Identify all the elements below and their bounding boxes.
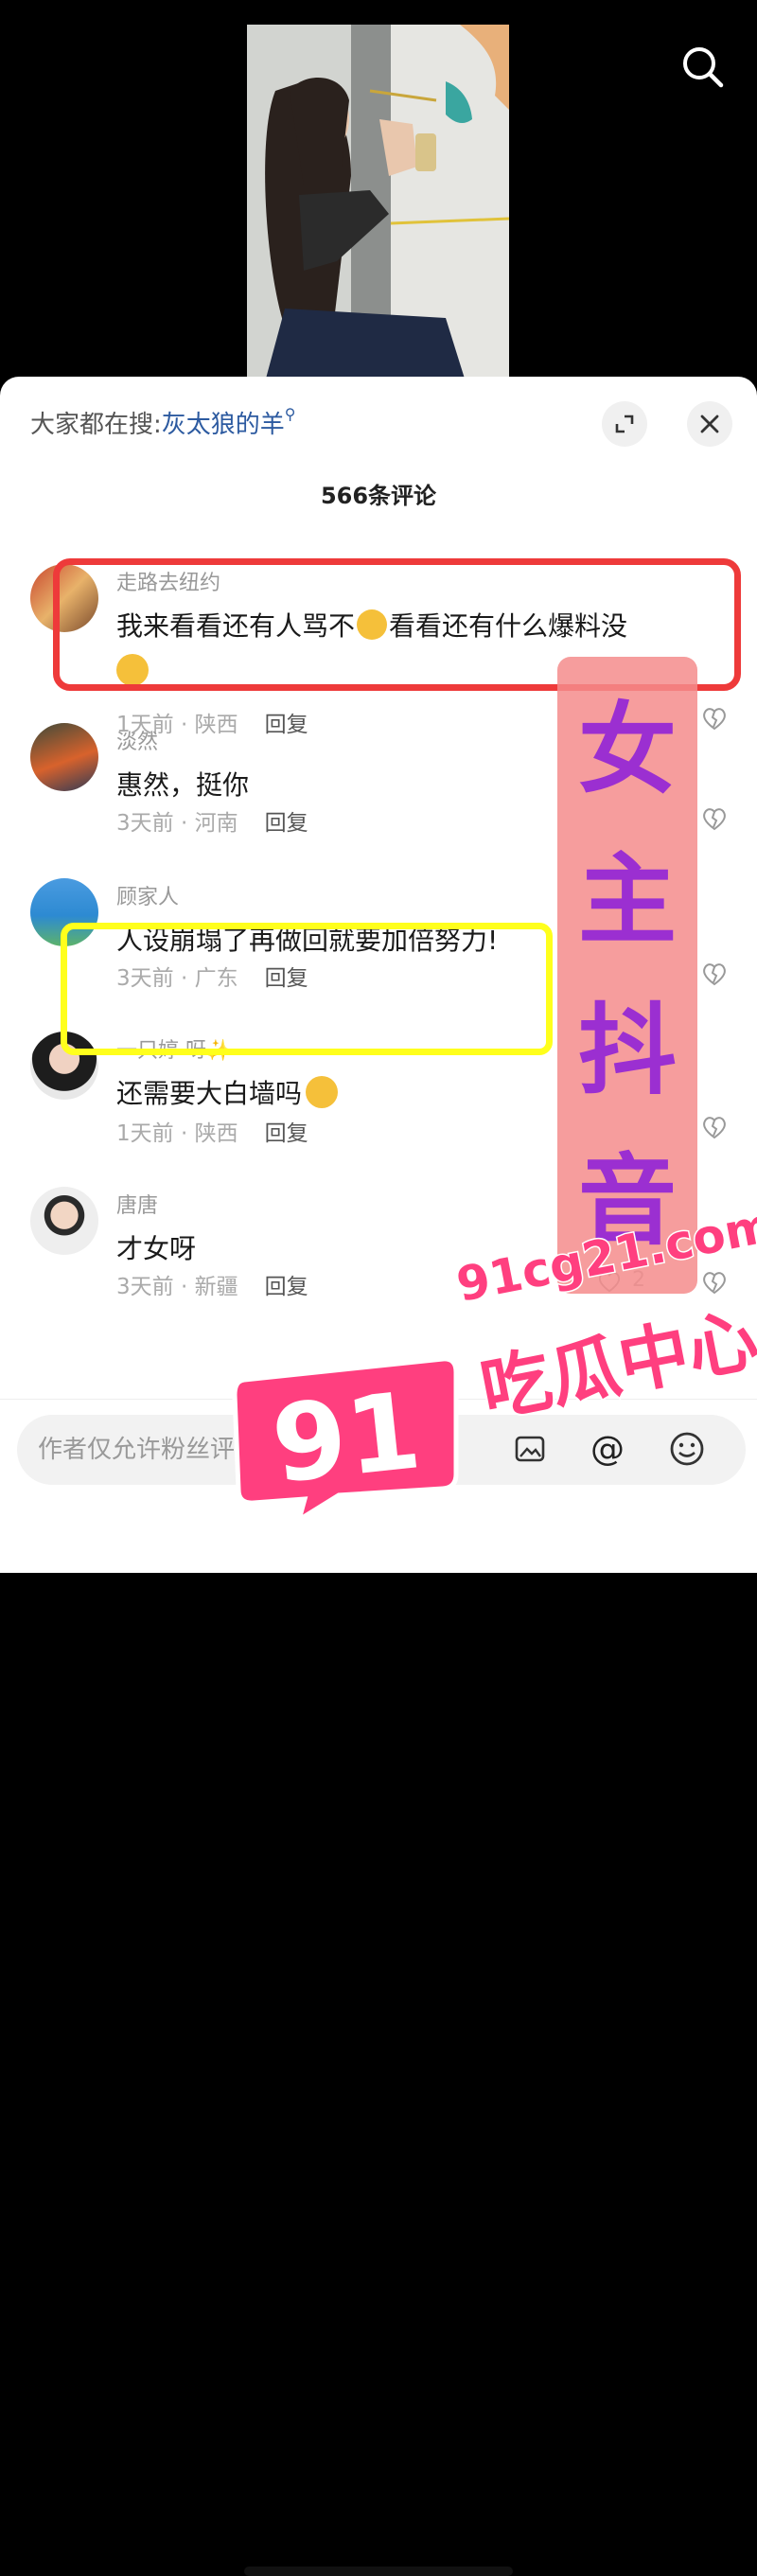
- reply-button[interactable]: 回复: [265, 811, 308, 836]
- dislike-icon[interactable]: [700, 1113, 729, 1141]
- search-icon[interactable]: [674, 38, 731, 95]
- hot-search-keyword[interactable]: 灰太狼的羊: [162, 411, 285, 439]
- video-player[interactable]: [0, 0, 757, 379]
- close-icon[interactable]: [687, 401, 732, 447]
- comment-time: 3天前 · 河南: [116, 811, 238, 836]
- emoji-icon[interactable]: [659, 1420, 715, 1477]
- comment-text: 才女呀: [116, 1233, 197, 1264]
- banner-char: 主: [577, 841, 677, 958]
- comment-count: 566条评论: [320, 483, 437, 509]
- comment-text: 还需要大白墙吗: [116, 1073, 339, 1111]
- expand-icon[interactable]: [602, 401, 647, 447]
- comment-username[interactable]: 顾家人: [116, 880, 179, 910]
- avatar[interactable]: [30, 1187, 98, 1255]
- comment-time: 1天前 · 陕西: [116, 1121, 238, 1146]
- video-thumbnail[interactable]: [247, 25, 509, 379]
- comment-meta: 3天前 · 新疆 回复: [116, 1268, 308, 1300]
- comment-time: 3天前 · 新疆: [116, 1275, 238, 1299]
- comment-text-part: 还需要大白墙吗: [116, 1078, 303, 1109]
- at-icon[interactable]: @: [579, 1420, 636, 1477]
- search-small-icon: ⚲: [284, 405, 296, 423]
- comment-text: 惠然，挺你: [116, 769, 250, 801]
- comment-username[interactable]: 唐唐: [116, 1189, 158, 1219]
- dislike-icon[interactable]: [700, 804, 729, 833]
- reply-button[interactable]: 回复: [265, 1275, 308, 1299]
- watermark-number: 91: [267, 1369, 427, 1508]
- avatar[interactable]: [30, 723, 98, 791]
- banner-char: 女: [577, 691, 677, 807]
- comment-meta: 1天前 · 陕西 回复: [116, 1115, 308, 1147]
- hot-search-prefix: 大家都在搜:: [30, 411, 162, 439]
- grin-emoji: [306, 1076, 339, 1108]
- home-indicator: [244, 2567, 513, 2576]
- watermark-logo: 91: [232, 1356, 459, 1522]
- reply-button[interactable]: 回复: [265, 1121, 308, 1146]
- comment-meta: 3天前 · 河南 回复: [116, 804, 308, 837]
- banner-char: 抖: [577, 993, 677, 1109]
- dislike-icon[interactable]: [700, 960, 729, 988]
- hot-search-bar[interactable]: 大家都在搜:灰太狼的羊⚲: [30, 405, 296, 440]
- highlight-yellow-box: [61, 923, 553, 1055]
- comment-username[interactable]: 淡然: [116, 725, 158, 755]
- annotation-banner: 女 主 抖 音: [557, 657, 697, 1294]
